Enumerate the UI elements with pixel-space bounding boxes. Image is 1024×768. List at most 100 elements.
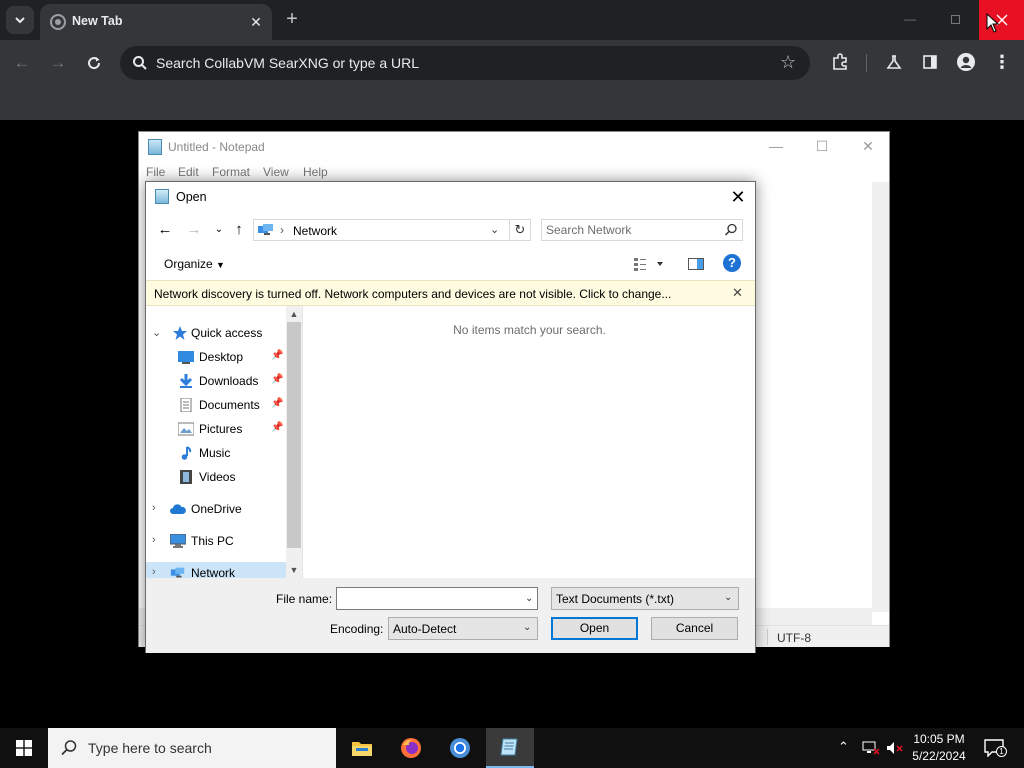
restore-button[interactable] xyxy=(935,0,975,40)
infobar-close-icon[interactable]: ✕ xyxy=(732,285,743,301)
dialog-bottom-panel: File name: ⌄ Text Documents (*.txt) ⌄ En… xyxy=(146,578,755,653)
address-bar[interactable]: Search CollabVM SearXNG or type a URL ☆ xyxy=(120,46,810,80)
pin-icon: 📌 xyxy=(271,422,284,433)
taskbar-search-box[interactable]: Type here to search xyxy=(48,728,336,768)
preview-pane-button[interactable] xyxy=(687,255,705,273)
notepad-vertical-scrollbar[interactable] xyxy=(872,182,889,612)
start-button[interactable] xyxy=(0,728,48,768)
network-status-icon[interactable] xyxy=(862,741,880,755)
chevron-right-icon[interactable]: › xyxy=(152,566,156,578)
chevron-right-icon[interactable]: › xyxy=(152,534,156,546)
network-discovery-infobar[interactable]: Network discovery is turned off. Network… xyxy=(146,280,755,306)
tree-item-videos[interactable]: Videos xyxy=(146,466,286,488)
scrollbar-thumb[interactable] xyxy=(287,322,301,548)
back-arrow-icon[interactable]: ← xyxy=(155,220,175,240)
taskbar-file-explorer[interactable] xyxy=(338,728,386,768)
open-button[interactable]: Open xyxy=(551,617,638,640)
minimize-button[interactable]: — xyxy=(890,0,930,40)
flask-icon xyxy=(886,55,902,69)
tree-item-onedrive[interactable]: › OneDrive xyxy=(146,498,286,520)
chevron-down-icon: ⌄ xyxy=(724,592,733,603)
forward-arrow-icon[interactable]: → xyxy=(184,220,204,240)
cancel-button[interactable]: Cancel xyxy=(651,617,738,640)
open-dialog: Open ✕ ← → ⌄ ↑ › Network ⌄ ↻ Organize ▼ … xyxy=(145,181,756,653)
tab-new-tab[interactable]: New Tab ✕ xyxy=(40,4,272,40)
forward-button[interactable]: → xyxy=(45,50,71,76)
download-arrow-icon xyxy=(179,374,193,388)
dialog-close-button[interactable]: ✕ xyxy=(726,186,750,208)
tree-item-music[interactable]: Music xyxy=(146,442,286,464)
chevron-down-icon[interactable]: ⌄ xyxy=(525,593,533,604)
notepad-titlebar[interactable]: Untitled - Notepad — ☐ ✕ xyxy=(139,132,889,162)
bookmark-star-icon[interactable]: ☆ xyxy=(780,52,796,73)
reload-button[interactable] xyxy=(81,50,107,76)
document-icon xyxy=(180,398,192,412)
menu-file[interactable]: File xyxy=(146,165,165,179)
dialog-search-box[interactable] xyxy=(541,219,743,241)
show-hidden-icons-chevron-icon[interactable]: ⌃ xyxy=(838,739,849,755)
tree-item-network[interactable]: › Network xyxy=(146,562,286,578)
chevron-right-icon[interactable]: › xyxy=(152,502,156,514)
dialog-search-input[interactable] xyxy=(546,222,716,238)
file-list-pane[interactable]: No items match your search. xyxy=(302,306,755,578)
extensions-button[interactable] xyxy=(828,50,852,74)
file-name-field[interactable]: ⌄ xyxy=(336,587,538,610)
tree-label: Desktop xyxy=(199,350,244,364)
tab-close-icon[interactable]: ✕ xyxy=(246,12,266,32)
computer-icon xyxy=(170,534,186,548)
recent-locations-chevron-icon[interactable]: ⌄ xyxy=(209,220,229,240)
menu-format[interactable]: Format xyxy=(212,165,250,179)
menu-help[interactable]: Help xyxy=(303,165,328,179)
scroll-up-icon[interactable]: ▲ xyxy=(286,306,302,322)
tree-item-downloads[interactable]: Downloads 📌 xyxy=(146,370,286,392)
toolbar-separator xyxy=(866,54,867,72)
menu-edit[interactable]: Edit xyxy=(178,165,199,179)
taskbar-chrome[interactable] xyxy=(436,728,484,768)
refresh-icon[interactable]: ↻ xyxy=(509,220,530,240)
notification-count-badge: 1 xyxy=(996,746,1007,757)
encoding-select[interactable]: Auto-Detect ⌄ xyxy=(388,617,538,640)
menu-view[interactable]: View xyxy=(263,165,289,179)
profile-button[interactable] xyxy=(954,50,978,74)
back-button[interactable]: ← xyxy=(9,50,35,76)
change-view-button[interactable] xyxy=(632,255,668,273)
side-panel-button[interactable] xyxy=(918,50,942,74)
notepad-minimize-button[interactable]: — xyxy=(753,132,799,162)
reload-icon xyxy=(88,57,101,70)
tree-item-documents[interactable]: Documents 📌 xyxy=(146,394,286,416)
help-icon[interactable]: ? xyxy=(723,254,741,272)
up-arrow-icon[interactable]: ↑ xyxy=(229,220,249,240)
notepad-close-button[interactable]: ✕ xyxy=(845,132,891,162)
taskbar-firefox[interactable] xyxy=(387,728,435,768)
avatar-icon xyxy=(957,53,975,71)
notification-center-button[interactable]: 1 xyxy=(984,739,1007,760)
labs-button[interactable] xyxy=(882,50,906,74)
tree-item-quick-access[interactable]: ⌄ Quick access xyxy=(146,322,286,344)
clock-time: 10:05 PM xyxy=(913,732,965,746)
tree-item-desktop[interactable]: Desktop 📌 xyxy=(146,346,286,368)
tree-label: Videos xyxy=(199,470,236,484)
firefox-icon xyxy=(401,738,421,758)
address-dropdown-icon[interactable]: ⌄ xyxy=(490,223,499,236)
new-tab-button[interactable]: + xyxy=(280,8,304,32)
window-close-button[interactable] xyxy=(979,0,1024,40)
tree-item-pictures[interactable]: Pictures 📌 xyxy=(146,418,286,440)
dialog-address-bar[interactable]: › Network ⌄ ↻ xyxy=(253,219,531,241)
scroll-down-icon[interactable]: ▼ xyxy=(286,562,302,578)
tab-search-button[interactable] xyxy=(6,6,34,34)
folder-icon xyxy=(352,742,372,756)
breadcrumb-network[interactable]: Network xyxy=(293,224,337,238)
search-icon xyxy=(61,740,77,756)
taskbar-clock[interactable]: 10:05 PM 5/22/2024 xyxy=(908,731,970,765)
chevron-down-icon[interactable]: ⌄ xyxy=(152,326,161,339)
dialog-titlebar[interactable]: Open ✕ xyxy=(146,182,755,212)
file-type-select[interactable]: Text Documents (*.txt) ⌄ xyxy=(551,587,739,610)
volume-muted-icon[interactable] xyxy=(886,741,904,755)
tree-label: Pictures xyxy=(199,422,243,436)
organize-button[interactable]: Organize ▼ xyxy=(164,257,225,271)
tree-item-this-pc[interactable]: › This PC xyxy=(146,530,286,552)
navigation-pane-scrollbar[interactable]: ▲ ▼ xyxy=(286,306,302,578)
menu-kebab-icon[interactable]: ⋮ xyxy=(990,50,1014,74)
taskbar-notepad[interactable] xyxy=(486,728,534,768)
notepad-maximize-button[interactable]: ☐ xyxy=(799,132,845,162)
